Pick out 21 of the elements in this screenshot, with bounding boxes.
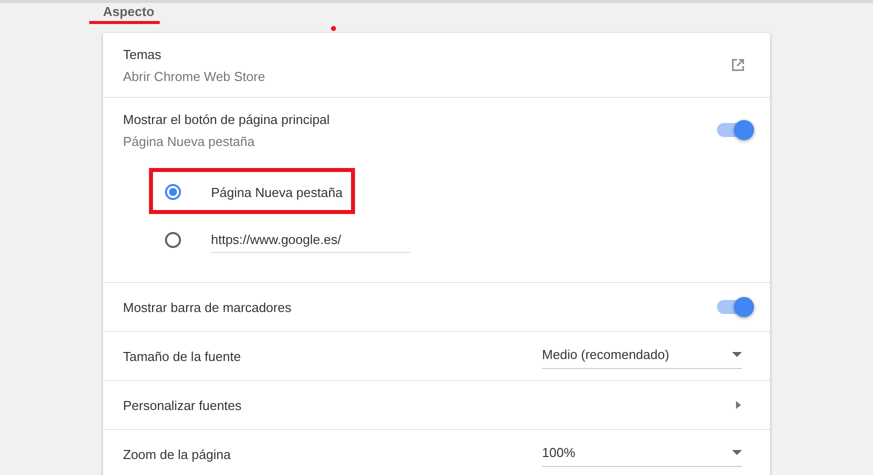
toggle-switch[interactable] [717,123,751,137]
external-link-icon[interactable] [730,57,746,73]
dropdown[interactable]: 100% [542,442,742,466]
section-title: Aspecto [103,4,156,19]
caret-icon [732,450,742,454]
setting-label: Personalizar fuentes [123,398,243,412]
setting-label: Temas [123,46,162,62]
setting-description: Abrir Chrome Web Store [123,68,266,84]
annotation-dot [331,26,336,31]
toggle-switch[interactable] [717,300,751,314]
setting-description: Página Nueva pestaña [123,134,256,148]
radio-button[interactable] [165,184,181,200]
setting-label: Tamaño de la fuente [123,348,242,364]
radio-button[interactable] [165,232,181,248]
dropdown[interactable]: Medio (recomendado) [542,344,742,368]
setting-label: Zoom de la página [123,446,232,462]
chevron-right-icon[interactable] [736,401,741,409]
setting-label: Mostrar el botón de página principal [123,112,331,126]
caret-icon [732,352,742,356]
radio-label: Página Nueva pestaña [211,184,343,200]
setting-label: Mostrar barra de marcadores [123,300,292,314]
